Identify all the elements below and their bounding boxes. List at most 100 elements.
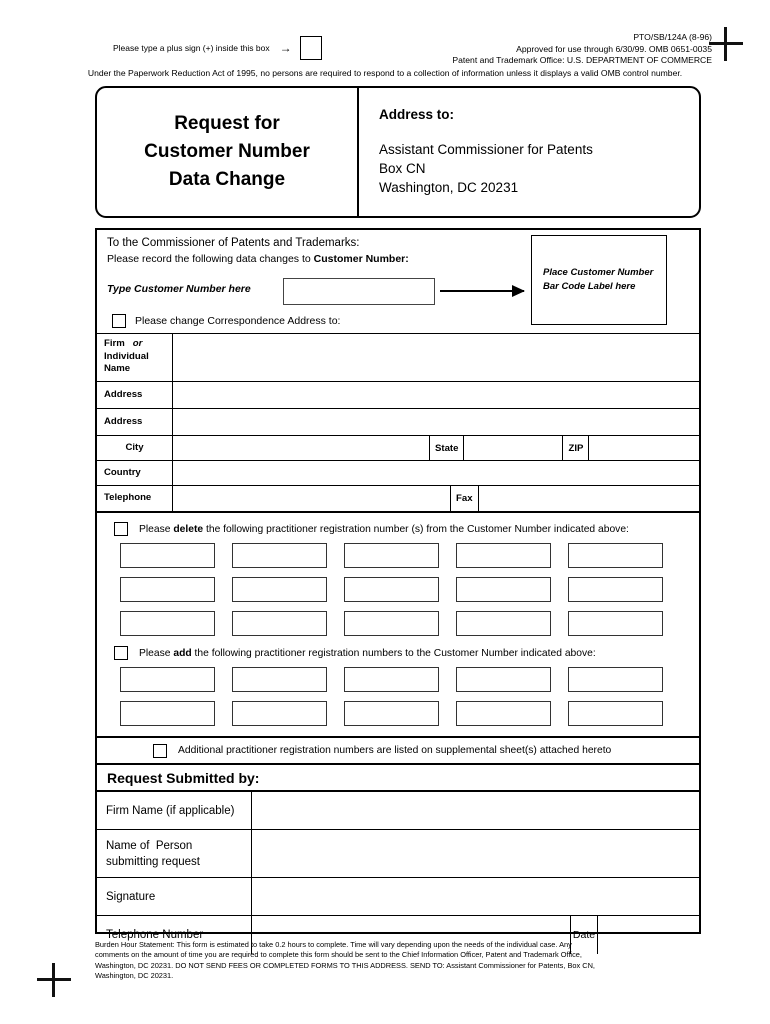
form-title-line-3: Data Change — [168, 169, 286, 190]
add-reg-box[interactable] — [232, 701, 327, 726]
submitter-firm-field[interactable] — [252, 792, 699, 829]
delete-reg-box[interactable] — [456, 577, 551, 602]
add-text-prefix: Please — [139, 647, 174, 659]
address-2-label: Address — [97, 409, 173, 435]
burden-line-4: Washington, DC 20231. — [95, 971, 174, 981]
signature-label: Signature — [97, 878, 252, 915]
signature-field[interactable] — [252, 878, 699, 915]
firm-name-field[interactable] — [173, 334, 699, 381]
add-reg-box[interactable] — [232, 667, 327, 692]
country-field[interactable] — [173, 461, 699, 485]
change-address-label: Please change Correspondence Address to: — [135, 315, 341, 327]
address-line-2: Box CN — [379, 161, 426, 176]
delete-reg-box[interactable] — [120, 611, 215, 636]
submitter-person-label: Name of Person submitting request — [97, 830, 252, 877]
barcode-label-placeholder[interactable]: Place Customer Number Bar Code Label here — [531, 235, 667, 325]
table-row-address-1: Address — [97, 382, 699, 409]
add-keyword: add — [173, 647, 192, 659]
paperwork-reduction-notice: Under the Paperwork Reduction Act of 199… — [87, 68, 683, 78]
add-instruction-row[interactable]: Please add the following practitioner re… — [97, 642, 699, 660]
delete-reg-box[interactable] — [120, 577, 215, 602]
form-meta-block: PTO/SB/124A (8-96) Approved for use thro… — [452, 32, 712, 67]
type-customer-number-label: Type Customer Number here — [107, 283, 251, 295]
submitter-firm-label: Firm Name (if applicable) — [97, 792, 252, 829]
add-reg-box[interactable] — [456, 667, 551, 692]
customer-number-input[interactable] — [283, 278, 435, 305]
delete-reg-box[interactable] — [568, 543, 663, 568]
change-correspondence-address-row[interactable]: Please change Correspondence Address to: — [112, 314, 340, 328]
approved-through: Approved for use through 6/30/99. OMB 06… — [516, 43, 712, 54]
add-checkbox[interactable] — [114, 646, 128, 660]
add-reg-box[interactable] — [344, 701, 439, 726]
supplemental-sheet-row[interactable]: Additional practitioner registration num… — [97, 738, 699, 765]
submitter-person-field[interactable] — [252, 830, 699, 877]
delete-checkbox[interactable] — [114, 522, 128, 536]
form-title-line-2: Customer Number — [144, 141, 310, 162]
table-row-firm-name: Firm or Individual Name — [97, 334, 699, 382]
registration-mark-bottom-left — [37, 963, 71, 997]
supplemental-checkbox[interactable] — [153, 743, 167, 758]
address-1-field[interactable] — [173, 382, 699, 408]
form-body: To the Commissioner of Patents and Trade… — [95, 228, 701, 954]
delete-row-3 — [97, 611, 699, 636]
delete-reg-box[interactable] — [344, 611, 439, 636]
delete-instruction-row[interactable]: Please delete the following practitioner… — [97, 513, 699, 536]
state-field[interactable] — [464, 436, 562, 460]
delete-reg-box[interactable] — [120, 543, 215, 568]
state-label: State — [429, 436, 465, 460]
fax-field[interactable] — [479, 486, 699, 511]
delete-reg-box[interactable] — [232, 611, 327, 636]
department-line: Patent and Trademark Office: U.S. DEPART… — [452, 55, 712, 65]
add-row-2 — [97, 701, 699, 726]
add-instruction-label: Please add the following practitioner re… — [139, 648, 596, 659]
add-reg-box[interactable] — [456, 701, 551, 726]
telephone-label: Telephone — [97, 486, 173, 511]
country-label: Country — [97, 461, 173, 485]
delete-reg-box[interactable] — [344, 543, 439, 568]
form-title-line-1: Request for — [174, 113, 280, 134]
table-row-submitter-firm: Firm Name (if applicable) — [97, 792, 699, 830]
mailing-address-block: Address to: Assistant Commissioner for P… — [359, 88, 699, 216]
delete-keyword: delete — [173, 523, 204, 535]
change-address-checkbox[interactable] — [112, 314, 126, 328]
record-changes-line: Please record the following data changes… — [107, 253, 409, 265]
burden-line-1: Burden Hour Statement: This form is esti… — [95, 940, 572, 949]
add-registration-grid — [97, 660, 699, 736]
add-reg-box[interactable] — [568, 701, 663, 726]
barcode-placeholder-text: Place Customer Number Bar Code Label here — [543, 266, 653, 294]
city-label: City — [97, 436, 173, 460]
registration-mark-top-right — [709, 27, 743, 61]
delete-reg-box[interactable] — [232, 577, 327, 602]
add-reg-box[interactable] — [120, 701, 215, 726]
plus-sign-instruction: Please type a plus sign (+) inside this … — [113, 36, 322, 60]
request-submitted-by-heading: Request Submitted by: — [97, 765, 699, 792]
supplemental-label: Additional practitioner registration num… — [178, 745, 612, 756]
barcode-line-2: Bar Code Label here — [543, 281, 636, 292]
add-reg-box[interactable] — [120, 667, 215, 692]
zip-field[interactable] — [589, 436, 699, 460]
customer-number-emphasis: Customer Number: — [313, 253, 409, 265]
delete-reg-box[interactable] — [344, 577, 439, 602]
city-field[interactable] — [173, 436, 429, 460]
form-number: PTO/SB/124A (8-96) — [633, 32, 712, 42]
add-reg-box[interactable] — [344, 667, 439, 692]
delete-text-suffix: the following practitioner registration … — [203, 523, 629, 535]
telephone-field[interactable] — [173, 486, 450, 511]
table-row-telephone-fax: Telephone Fax — [97, 486, 699, 511]
delete-row-2 — [97, 577, 699, 602]
firm-name-label: Firm or Individual Name — [97, 334, 173, 381]
delete-reg-box[interactable] — [568, 611, 663, 636]
commissioner-section: To the Commissioner of Patents and Trade… — [97, 230, 699, 334]
arrow-to-barcode-icon — [440, 285, 525, 297]
plus-sign-box[interactable] — [299, 36, 322, 60]
address-2-field[interactable] — [173, 409, 699, 435]
delete-reg-box[interactable] — [568, 577, 663, 602]
delete-reg-box[interactable] — [456, 611, 551, 636]
delete-reg-box[interactable] — [456, 543, 551, 568]
barcode-line-1: Place Customer Number — [543, 267, 654, 278]
add-row-1 — [97, 667, 699, 692]
add-reg-box[interactable] — [568, 667, 663, 692]
burden-line-3: Washington, DC 20231. DO NOT SEND FEES O… — [95, 960, 595, 970]
delete-reg-box[interactable] — [232, 543, 327, 568]
plus-instruction-label: Please type a plus sign (+) inside this … — [113, 43, 270, 53]
